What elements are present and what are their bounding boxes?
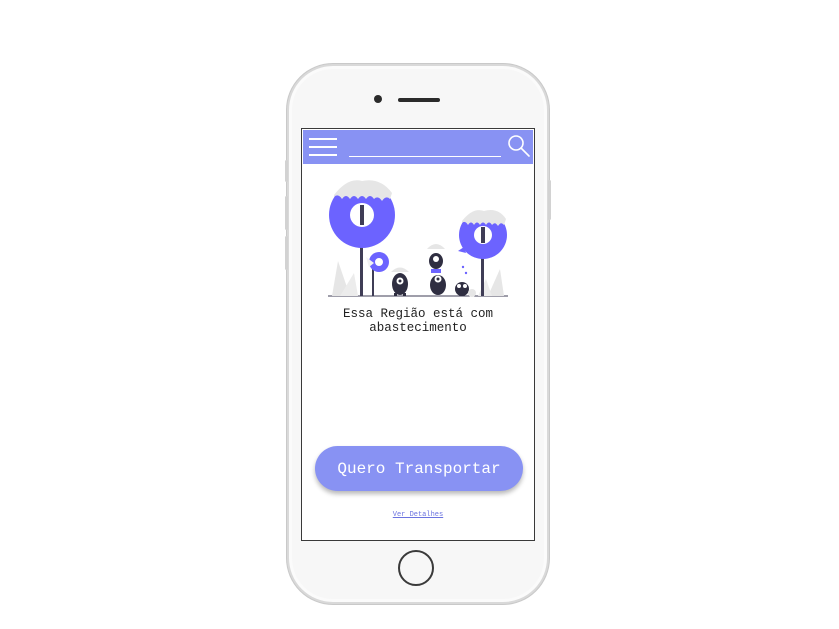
quero-transportar-button[interactable]: Quero Transportar bbox=[315, 446, 523, 491]
hamburger-menu-icon[interactable] bbox=[309, 136, 337, 158]
home-button[interactable] bbox=[398, 550, 434, 586]
app-header bbox=[303, 130, 533, 164]
magnifier-icon[interactable] bbox=[507, 134, 531, 158]
ver-detalhes-link[interactable]: Ver Detalhes bbox=[302, 511, 534, 519]
phone-side-button bbox=[548, 180, 551, 220]
search-input[interactable] bbox=[349, 136, 501, 157]
phone-side-button bbox=[285, 160, 288, 182]
earpiece-speaker bbox=[398, 98, 440, 102]
monsters-and-trees-illustration bbox=[328, 180, 508, 297]
phone-side-button bbox=[285, 196, 288, 230]
phone-side-button bbox=[285, 236, 288, 270]
front-camera bbox=[374, 95, 382, 103]
region-status-message: Essa Região está com abastecimento bbox=[342, 307, 494, 335]
app-screen: Essa Região está com abastecimento Quero… bbox=[301, 128, 535, 541]
